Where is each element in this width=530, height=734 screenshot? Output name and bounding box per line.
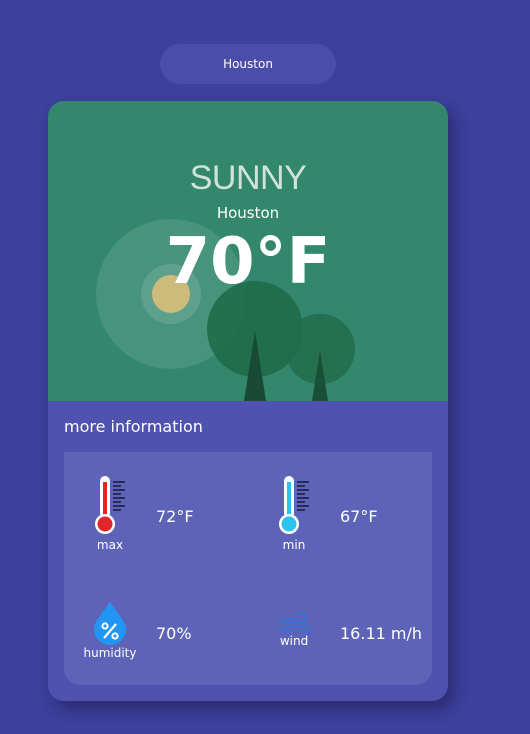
min-value: 67°F — [340, 507, 378, 526]
weather-card: SUNNY Houston 70°F more information max … — [48, 101, 448, 701]
humidity-drop-icon — [94, 602, 126, 645]
min-label: min — [282, 538, 306, 552]
humidity-label: humidity — [83, 646, 137, 660]
wind-icon — [279, 613, 311, 634]
humidity-value: 70% — [156, 624, 192, 643]
wind-label: wind — [279, 634, 309, 648]
more-information-panel: max 72°F min 67°F humidity 70% wind 16.1… — [64, 452, 432, 685]
weather-hero: SUNNY Houston 70°F — [48, 101, 448, 401]
current-temperature: 70°F — [165, 225, 331, 299]
city-search-label: Houston — [223, 57, 273, 71]
wind-value: 16.11 m/h — [340, 624, 423, 643]
max-label: max — [96, 538, 124, 552]
weather-condition: SUNNY — [189, 159, 307, 197]
max-value: 72°F — [156, 507, 194, 526]
more-information-heading: more information — [64, 417, 203, 436]
hero-city-name: Houston — [216, 204, 280, 222]
city-search-pill[interactable]: Houston — [160, 44, 336, 84]
thermometer-cold-icon — [279, 476, 309, 534]
thermometer-hot-icon — [95, 476, 125, 534]
